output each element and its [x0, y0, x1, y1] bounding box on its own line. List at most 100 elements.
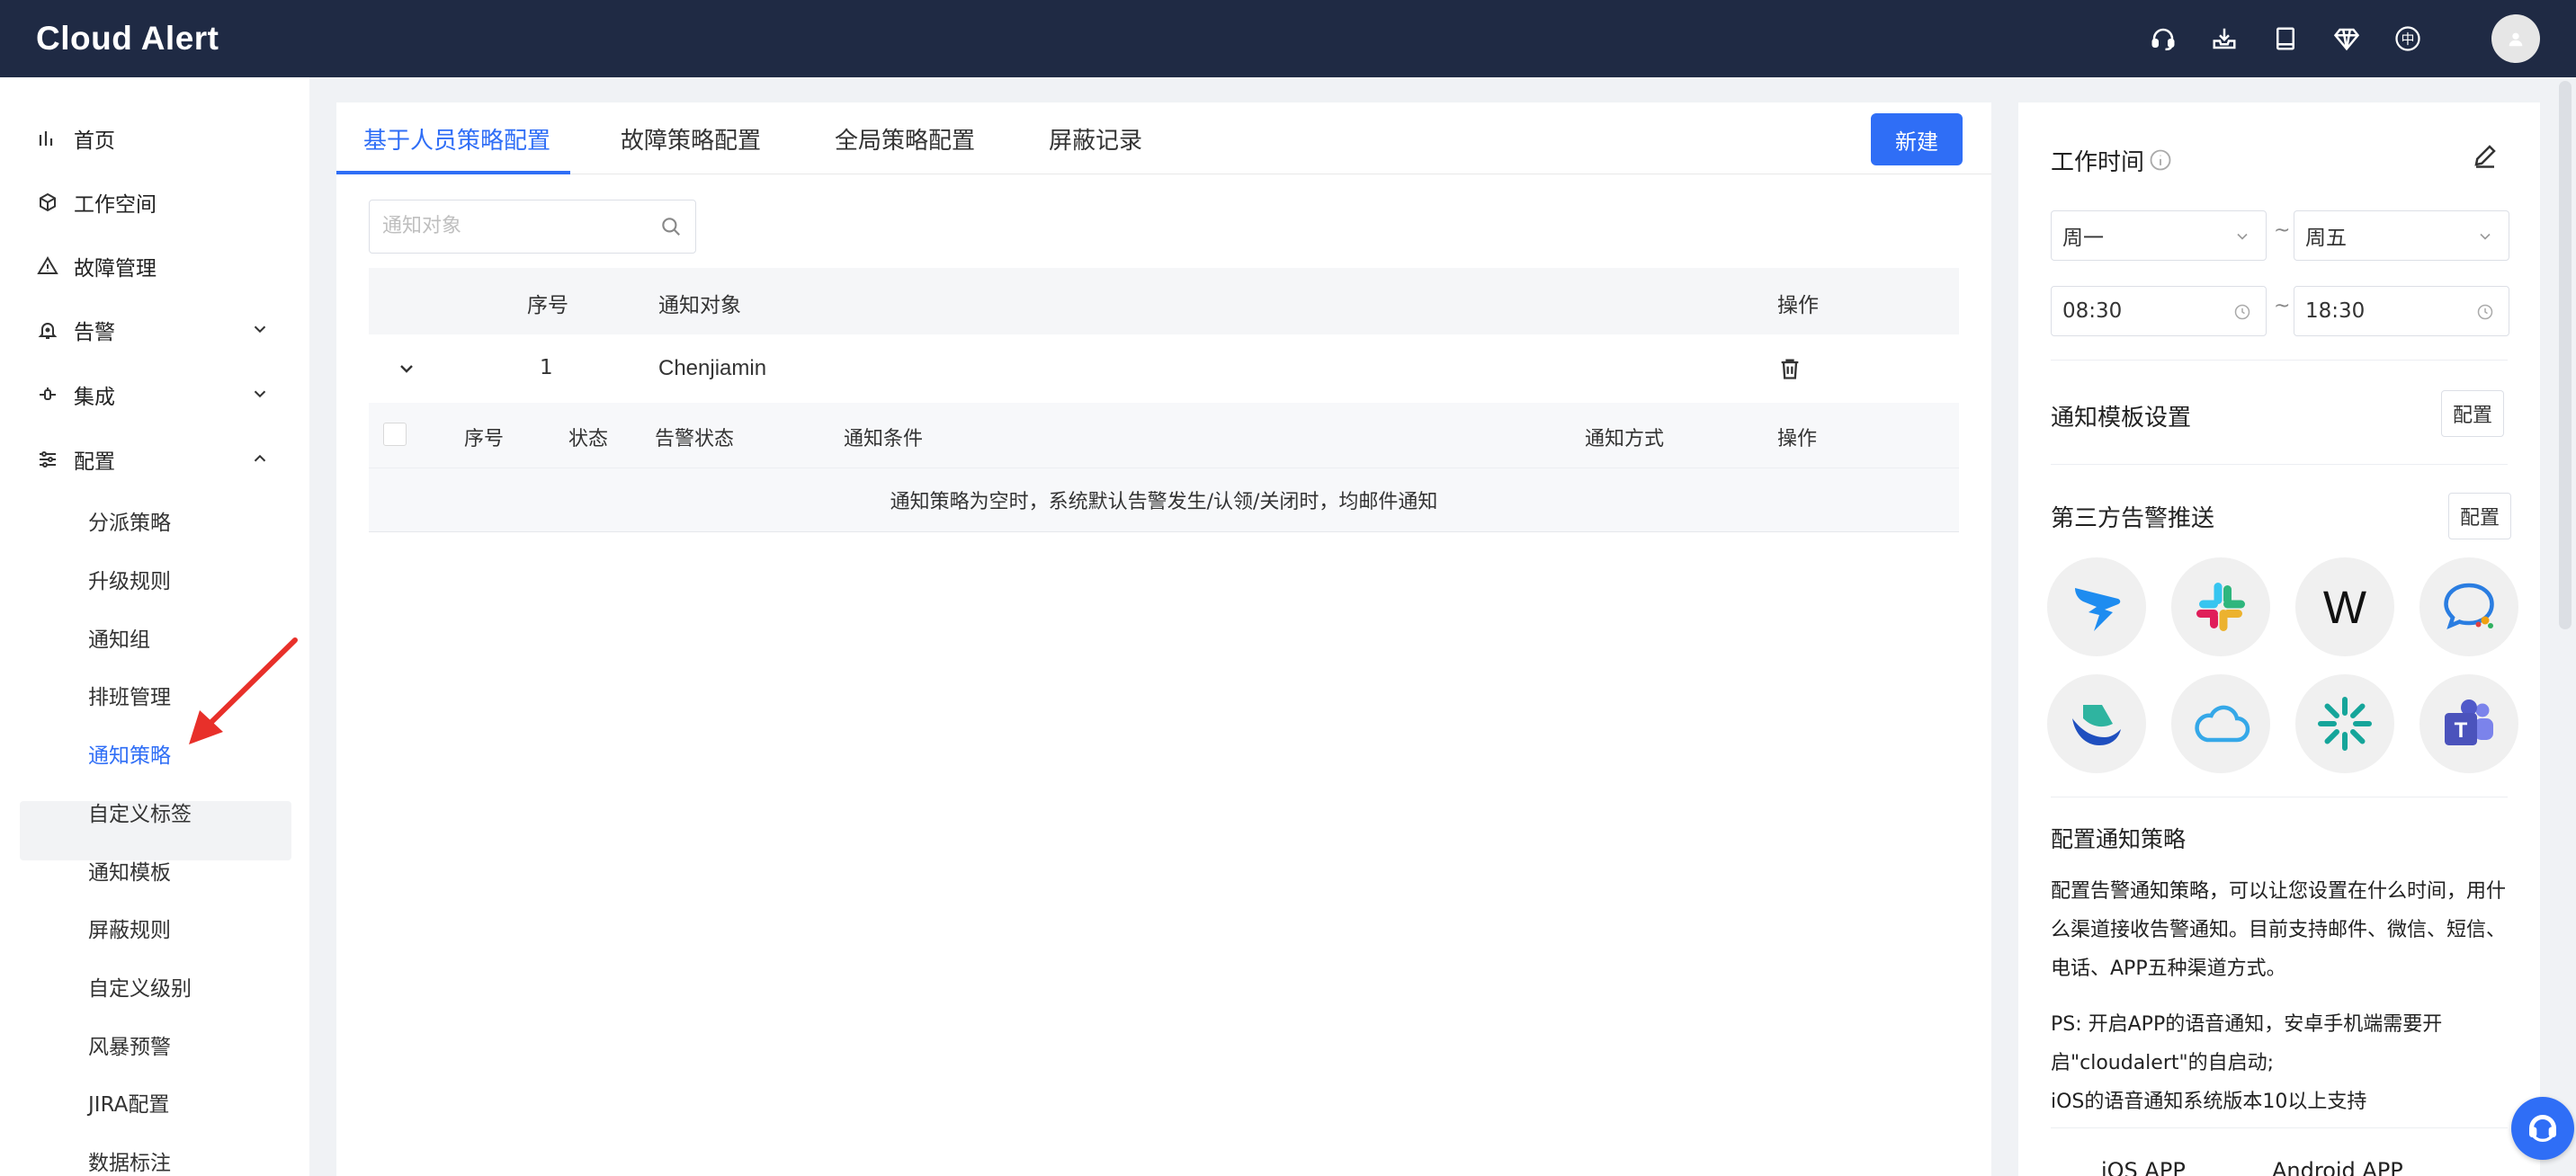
tab-mask-records[interactable]: 屏蔽记录	[1049, 122, 1142, 156]
sidebar-item-integrations[interactable]: 集成	[36, 375, 270, 414]
subcol-method: 通知方式	[1585, 428, 1665, 450]
trash-icon[interactable]	[1777, 356, 1802, 381]
book-icon[interactable]	[2270, 23, 2301, 54]
android-app-label[interactable]: Android APP	[2272, 1158, 2403, 1176]
svg-text:W: W	[2323, 582, 2366, 633]
slack-icon[interactable]	[2171, 557, 2270, 656]
sidebar-item-label: 故障管理	[74, 257, 157, 281]
support-chat-button[interactable]	[2511, 1097, 2574, 1160]
col-index: 序号	[527, 294, 568, 317]
diamond-icon[interactable]	[2331, 23, 2362, 54]
search-box	[369, 200, 696, 254]
search-input[interactable]	[370, 200, 631, 251]
help-line: 么渠道接收告警通知。目前支持邮件、微信、短信、	[2051, 919, 2507, 941]
info-icon[interactable]	[2148, 147, 2173, 173]
subitem-dispatch-policy[interactable]: 分派策略	[88, 503, 171, 539]
range-separator: ~	[2274, 295, 2291, 317]
tab-bar: 基于人员策略配置 故障策略配置 全局策略配置 屏蔽记录 新建	[336, 102, 1991, 174]
select-all-checkbox[interactable]	[383, 423, 407, 446]
dingtalk-icon[interactable]	[2047, 557, 2146, 656]
subitem-escalation-rules[interactable]: 升级规则	[88, 561, 171, 597]
subitem-custom-levels[interactable]: 自定义级别	[88, 968, 192, 1004]
subcol-status: 状态	[568, 428, 609, 450]
clock-icon	[2234, 304, 2250, 320]
day-to-select[interactable]: 周五	[2294, 210, 2509, 261]
sidebar-item-config[interactable]: 配置	[36, 440, 270, 479]
svg-text:中: 中	[2401, 31, 2414, 48]
sliders-icon	[36, 448, 59, 471]
sidebar-item-label: 告警	[74, 321, 115, 344]
sidebar-item-label: 集成	[74, 386, 115, 409]
time-to-value: 18:30	[2305, 299, 2366, 323]
subitem-mask-rules[interactable]: 屏蔽规则	[88, 910, 171, 946]
sidebar-item-label: 配置	[74, 450, 115, 474]
download-icon[interactable]	[2209, 23, 2240, 54]
language-icon[interactable]: 中	[2393, 23, 2423, 54]
chevron-down-icon[interactable]	[250, 319, 270, 339]
day-to-value: 周五	[2305, 227, 2347, 250]
chevron-up-icon[interactable]	[250, 449, 270, 468]
tab-incident-policy[interactable]: 故障策略配置	[621, 122, 761, 156]
headset-icon	[2529, 1115, 2556, 1142]
cloud-icon[interactable]	[2171, 674, 2270, 773]
app-title: Cloud Alert	[36, 20, 219, 57]
third-party-config-button[interactable]: 配置	[2448, 493, 2511, 539]
ps-line: PS: 开启APP的语音通知，安卓手机端需要开	[2051, 1013, 2443, 1036]
sidebar-item-label: 首页	[74, 129, 115, 153]
subcol-alert-status: 告警状态	[655, 428, 735, 450]
subitem-notify-group[interactable]: 通知组	[88, 619, 150, 655]
feishu-icon[interactable]	[2047, 674, 2146, 773]
right-panel: 工作时间 周一 ~ 周五 08:30 ~ 18:30 通知模板设置 配置 第三方…	[2018, 102, 2540, 1176]
policy-help-text: 配置告警通知策略，可以让您设置在什么时间，用什 么渠道接收告警通知。目前支持邮件…	[2051, 872, 2509, 988]
tab-global-policy[interactable]: 全局策略配置	[835, 122, 975, 156]
subitem-data-annotation[interactable]: 数据标注	[88, 1143, 171, 1176]
ios-app-label[interactable]: iOS APP	[2101, 1158, 2186, 1176]
scrollbar-thumb[interactable]	[2559, 81, 2572, 629]
sidebar-item-alerts[interactable]: 告警	[36, 310, 270, 350]
active-tab-underline	[336, 171, 570, 174]
sidebar: 首页 工作空间 故障管理 告警 集成 配置 分派策略 升级规则 通知组 排班管理…	[0, 77, 309, 1176]
subitem-custom-tags[interactable]: 自定义标签	[88, 794, 192, 830]
subitem-notify-policy[interactable]: 通知策略	[88, 735, 171, 771]
subcol-action: 操作	[1777, 428, 1818, 450]
ps-line: 启"cloudalert"的自启动;	[2051, 1052, 2275, 1074]
starburst-icon[interactable]	[2295, 674, 2394, 773]
sidebar-item-home[interactable]: 首页	[36, 119, 270, 158]
tab-person-policy[interactable]: 基于人员策略配置	[363, 122, 550, 156]
day-from-select[interactable]: 周一	[2051, 210, 2267, 261]
row-index: 1	[540, 356, 553, 379]
search-icon[interactable]	[659, 215, 683, 238]
template-settings-title: 通知模板设置	[2051, 405, 2192, 432]
sub-table-header: 序号 状态 告警状态 通知条件 通知方式 操作	[369, 403, 1959, 468]
edit-icon[interactable]	[2472, 142, 2499, 169]
time-to-picker[interactable]: 18:30	[2294, 286, 2509, 336]
svg-text:T: T	[2455, 718, 2468, 743]
subitem-storm-warning[interactable]: 风暴预警	[88, 1027, 171, 1063]
chat-bubble-icon[interactable]	[2419, 557, 2518, 656]
time-from-picker[interactable]: 08:30	[2051, 286, 2267, 336]
subitem-schedule[interactable]: 排班管理	[88, 677, 171, 713]
chevron-down-icon	[2480, 233, 2491, 240]
teams-icon[interactable]: T	[2419, 674, 2518, 773]
headset-icon[interactable]	[2148, 23, 2178, 54]
day-from-value: 周一	[2062, 227, 2104, 250]
table-header: 序号 通知对象 操作	[369, 268, 1959, 334]
subitem-notify-templates[interactable]: 通知模板	[88, 852, 171, 888]
divider	[2051, 1127, 2508, 1128]
plug-icon	[36, 383, 59, 406]
clock-icon	[2477, 304, 2493, 320]
sidebar-item-workspace[interactable]: 工作空间	[36, 183, 270, 222]
user-avatar[interactable]	[2491, 14, 2540, 63]
subitem-jira-config[interactable]: JIRA配置	[88, 1084, 169, 1120]
new-button[interactable]: 新建	[1871, 113, 1963, 165]
chevron-down-icon[interactable]	[396, 358, 417, 379]
help-line: 电话、APP五种渠道方式。	[2051, 958, 2286, 980]
template-config-button[interactable]: 配置	[2441, 390, 2504, 437]
wecom-w-icon[interactable]: W	[2295, 557, 2394, 656]
work-time-title: 工作时间	[2051, 149, 2145, 176]
top-bar: Cloud Alert 中	[0, 0, 2576, 77]
sidebar-item-incidents[interactable]: 故障管理	[36, 246, 270, 286]
table-row: 1 Chenjiamin	[369, 334, 1959, 403]
empty-state-text: 通知策略为空时，系统默认告警发生/认领/关闭时，均邮件通知	[369, 468, 1959, 532]
chevron-down-icon[interactable]	[250, 384, 270, 404]
